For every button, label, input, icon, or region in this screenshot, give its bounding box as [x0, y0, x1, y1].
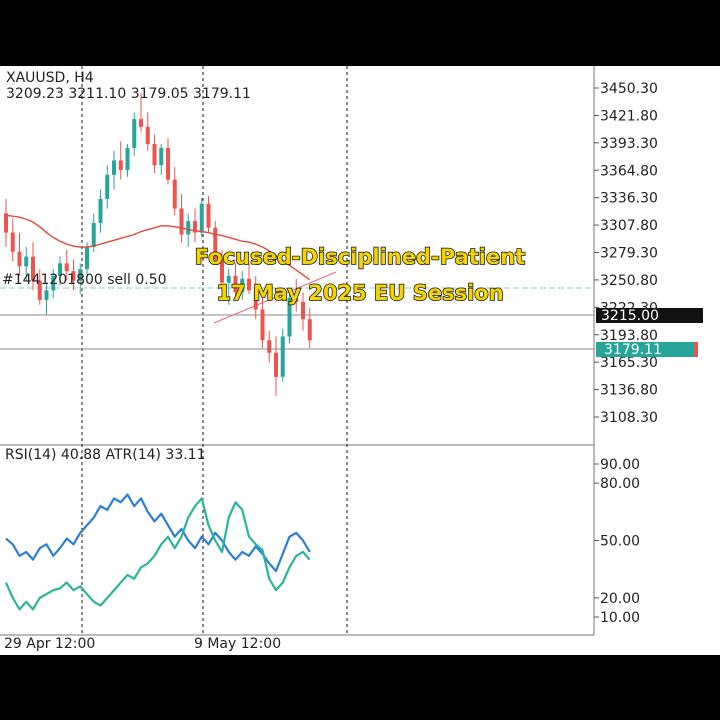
- candle: [280, 328, 285, 382]
- candle-body: [112, 160, 116, 175]
- indicator-axis: 90.00 80.00 50.00 20.00 10.00: [594, 457, 640, 626]
- order-price-label: 3215.00: [601, 308, 659, 324]
- candle-body: [260, 309, 265, 341]
- time-label: 9 May 12:00: [194, 636, 281, 652]
- banner-line-2: 17 May 2025 EU Session: [216, 281, 503, 305]
- current-price-tag-edge: [694, 342, 698, 357]
- candle-body: [91, 222, 96, 248]
- candle-body: [44, 290, 49, 300]
- ohlc-readout: 3209.23 3211.10 3179.05 3179.11: [6, 86, 251, 102]
- candle-body: [274, 352, 278, 377]
- candle-body: [125, 147, 130, 171]
- price-tick-label: 3307.80: [600, 218, 658, 234]
- candle-body: [166, 147, 170, 180]
- candle-body: [152, 144, 157, 166]
- time-label: 29 Apr 12:00: [4, 636, 95, 652]
- candle-body: [24, 256, 29, 267]
- candle-body: [172, 179, 177, 209]
- candle-body: [199, 203, 204, 233]
- plot-background: [0, 66, 594, 655]
- current-price-label: 3179.11: [604, 342, 662, 358]
- candle-body: [267, 340, 272, 353]
- indicator-tick-label: 50.00: [600, 534, 640, 550]
- price-tick-label: 3421.80: [600, 108, 658, 124]
- price-tick-label: 3393.30: [600, 136, 658, 152]
- candle-body: [17, 251, 22, 267]
- candle-body: [186, 221, 191, 235]
- candle-body: [10, 232, 15, 252]
- price-axis: 3450.30 3421.80 3393.30 3364.80 3336.30 3307.…: [594, 81, 658, 426]
- price-tick-label: 3136.80: [600, 383, 658, 399]
- price-tick-label: 3450.30: [600, 81, 658, 97]
- candle-body: [206, 203, 211, 228]
- candle-body: [179, 208, 184, 235]
- candle-body: [145, 126, 150, 145]
- price-tick-label: 3336.30: [600, 191, 658, 207]
- candle-body: [118, 160, 123, 171]
- indicator-tick-label: 90.00: [600, 457, 640, 473]
- candle-body: [64, 263, 69, 272]
- order-label: #1441201800 sell 0.50: [2, 272, 167, 288]
- candle-body: [105, 174, 110, 199]
- candle-body: [307, 319, 312, 341]
- indicator-tick-label: 80.00: [600, 476, 640, 492]
- indicator-tick-label: 10.00: [600, 610, 640, 626]
- candle-body: [159, 147, 164, 166]
- price-tick-label: 3364.80: [600, 163, 658, 179]
- price-tick-label: 3279.30: [600, 246, 658, 262]
- candle-body: [132, 119, 137, 148]
- candle-body: [4, 213, 8, 233]
- chart-svg[interactable]: 3450.30 3421.80 3393.30 3364.80 3336.30 3307.…: [0, 66, 720, 655]
- chart-area[interactable]: 3450.30 3421.80 3393.30 3364.80 3336.30 3307.…: [0, 66, 720, 655]
- candle-body: [85, 247, 89, 270]
- candle-body: [139, 119, 143, 127]
- banner-line-1: Focused-Disciplined-Patient: [195, 245, 525, 269]
- symbol-title: XAUUSD, H4: [6, 70, 94, 86]
- price-tick-label: 3250.80: [600, 273, 658, 289]
- indicator-label: RSI(14) 40.88 ATR(14) 33.11: [5, 447, 206, 463]
- price-tick-label: 3108.30: [600, 410, 658, 426]
- candle-body: [280, 336, 285, 377]
- indicator-tick-label: 20.00: [600, 591, 640, 607]
- candle-body: [98, 198, 103, 223]
